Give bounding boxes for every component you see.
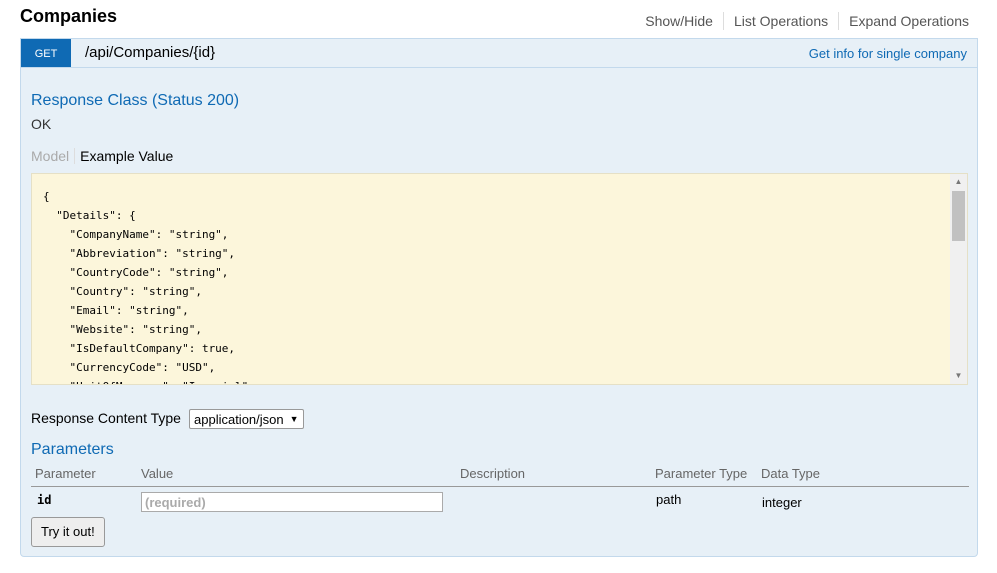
operation-summary[interactable]: Get info for single company [809, 46, 967, 61]
code-line: "Details": { [43, 209, 136, 222]
code-line: { [43, 190, 50, 203]
resource-title[interactable]: Companies [20, 6, 117, 27]
param-type: path [656, 492, 682, 507]
param-id-input[interactable] [141, 492, 443, 512]
code-line: "CompanyName": "string", [43, 228, 229, 241]
col-description: Description [460, 466, 526, 481]
response-content-type-value: application/json [194, 411, 284, 427]
code-line: "IsDefaultCompany": true, [43, 342, 236, 355]
col-value: Value [141, 466, 174, 481]
table-row: id path integer [31, 492, 969, 520]
caret-down-icon: ▼ [289, 414, 299, 424]
operation-panel: GET /api/Companies/{id} Get info for sin… [20, 38, 978, 557]
param-name: id [37, 493, 52, 507]
code-line: "UnitOfMeasure": "Imperial", [43, 380, 254, 384]
scroll-up-arrow-icon[interactable]: ▲ [950, 174, 967, 190]
http-method-badge[interactable]: GET [21, 39, 71, 67]
operation-path[interactable]: /api/Companies/{id} [85, 44, 215, 61]
parameters-header-row: Parameter Value Description Parameter Ty… [31, 466, 969, 487]
operation-heading[interactable]: GET /api/Companies/{id} Get info for sin… [21, 39, 977, 68]
response-content-type-label: Response Content Type [31, 410, 181, 426]
expand-operations-link[interactable]: Expand Operations [839, 12, 969, 30]
example-json: { "Details": { "CompanyName": "string", … [43, 187, 255, 384]
try-it-out-button[interactable]: Try it out! [31, 517, 105, 547]
list-operations-link[interactable]: List Operations [724, 12, 838, 30]
code-line: "CountryCode": "string", [43, 266, 229, 279]
col-data-type: Data Type [761, 466, 821, 481]
col-parameter-type: Parameter Type [655, 466, 748, 481]
col-parameter: Parameter [35, 466, 96, 481]
code-line: "Email": "string", [43, 304, 189, 317]
code-line: "Country": "string", [43, 285, 202, 298]
code-scrollbar[interactable]: ▲ ▼ [950, 174, 967, 384]
code-line: "CurrencyCode": "USD", [43, 361, 216, 374]
response-status-text: OK [31, 116, 52, 132]
parameters-heading: Parameters [31, 441, 114, 458]
response-content-type-select[interactable]: application/json ▼ [189, 409, 304, 429]
scroll-down-arrow-icon[interactable]: ▼ [950, 368, 967, 384]
signature-tabs: Model Example Value [31, 148, 173, 164]
tab-example-value[interactable]: Example Value [75, 148, 173, 164]
response-class-heading: Response Class (Status 200) [31, 92, 240, 109]
scroll-thumb[interactable] [952, 191, 965, 241]
tab-model[interactable]: Model [31, 148, 76, 164]
example-value-box[interactable]: { "Details": { "CompanyName": "string", … [31, 173, 968, 385]
param-data-type: integer [762, 495, 802, 510]
code-line: "Website": "string", [43, 323, 202, 336]
resource-links: Show/Hide List Operations Expand Operati… [635, 12, 969, 30]
code-line: "Abbreviation": "string", [43, 247, 236, 260]
show-hide-link[interactable]: Show/Hide [635, 12, 723, 30]
